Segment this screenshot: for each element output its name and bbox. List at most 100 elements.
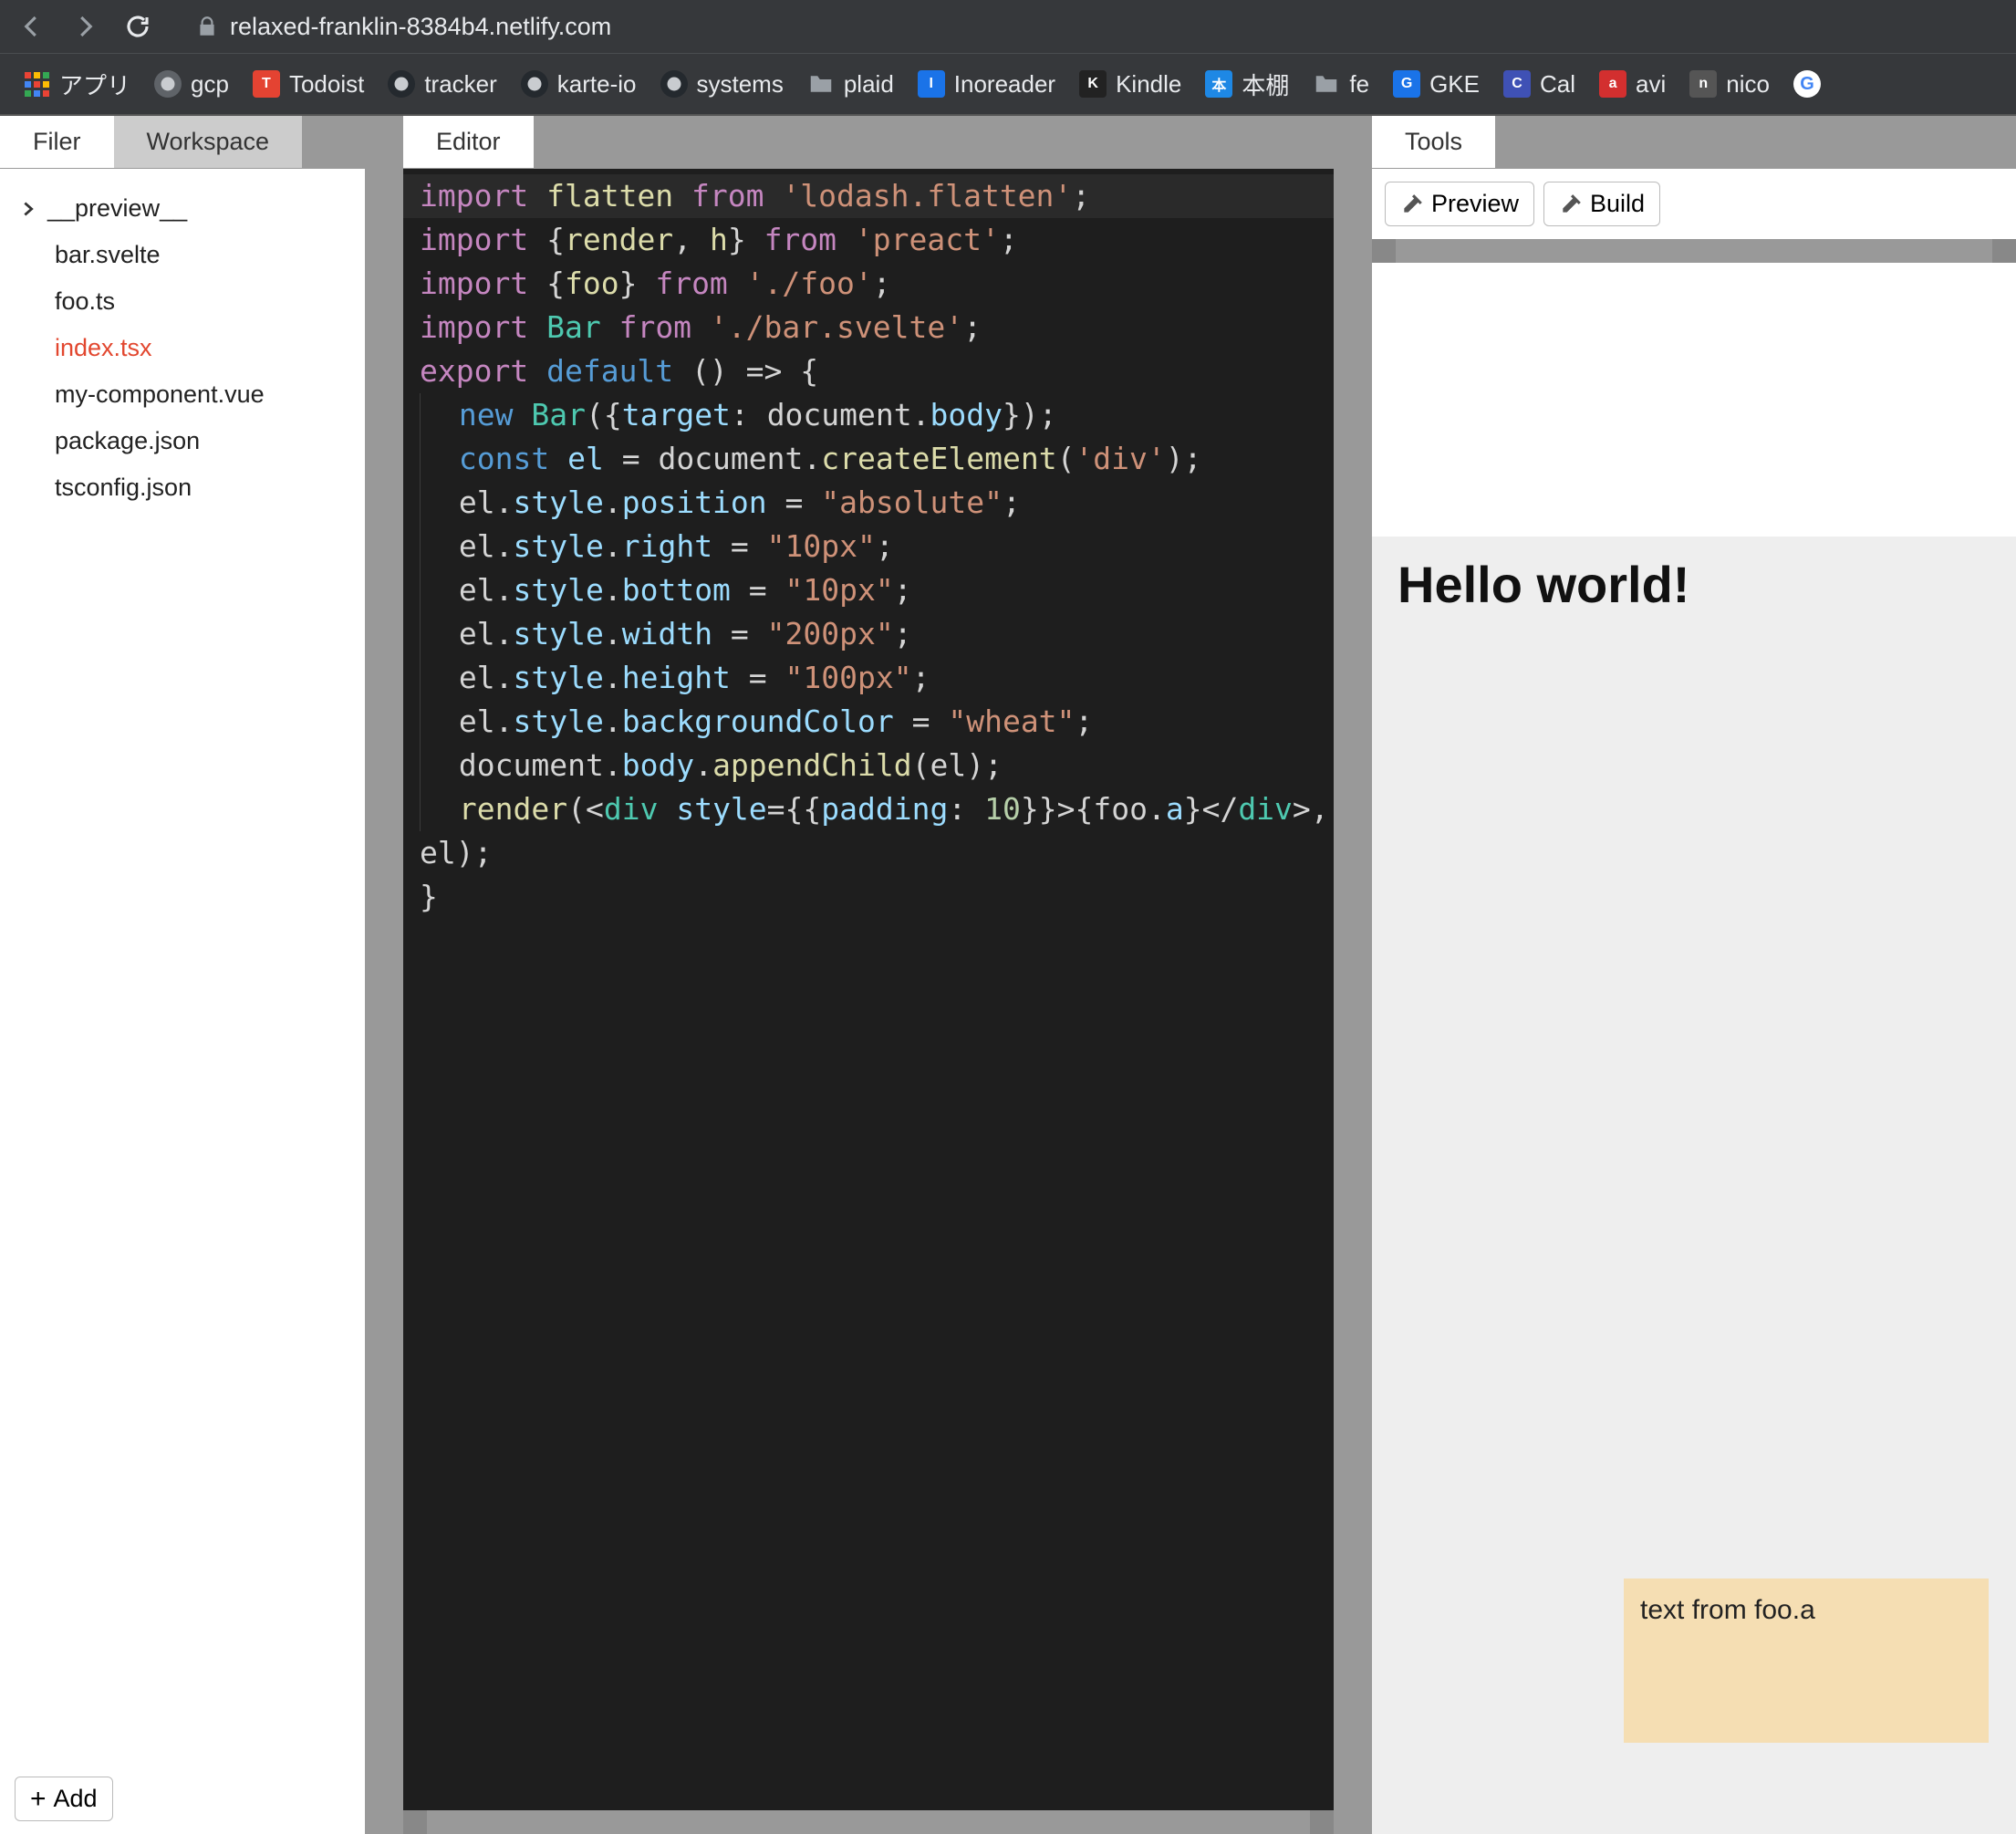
file-index.tsx[interactable]: index.tsx — [0, 325, 365, 371]
bookmark-label: avi — [1636, 70, 1666, 99]
folder-icon — [1313, 70, 1340, 98]
code-line[interactable]: new Bar({target: document.body}); — [403, 393, 1334, 437]
nico-icon: n — [1689, 70, 1717, 98]
file-tsconfig.json[interactable]: tsconfig.json — [0, 464, 365, 511]
lock-icon — [195, 15, 219, 38]
file-package.json[interactable]: package.json — [0, 418, 365, 464]
bookmark-karte-io[interactable]: karte-io — [521, 70, 637, 99]
bookmark-label: Inoreader — [954, 70, 1055, 99]
file-label: foo.ts — [55, 287, 115, 316]
file-__preview__[interactable]: __preview__ — [0, 185, 365, 232]
bookmark-GKE[interactable]: GGKE — [1393, 70, 1480, 99]
code-line[interactable]: el.style.position = "absolute"; — [403, 481, 1334, 525]
scroll-grip-right[interactable] — [1310, 1810, 1334, 1834]
bookmark-plaid[interactable]: plaid — [807, 70, 894, 99]
build-button[interactable]: Build — [1543, 182, 1660, 226]
bookmark-gcp[interactable]: gcp — [154, 70, 229, 99]
tool-buttons: Preview Build — [1372, 169, 2016, 239]
chevron-right-icon — [18, 199, 38, 219]
preview-label: Preview — [1431, 190, 1519, 218]
reload-button[interactable] — [120, 8, 156, 45]
file-my-component.vue[interactable]: my-component.vue — [0, 371, 365, 418]
app: Filer Workspace __preview__ bar.svelte foo… — [0, 114, 2016, 1834]
bookmark-Cal[interactable]: CCal — [1503, 70, 1575, 99]
code-line[interactable]: import flatten from 'lodash.flatten'; — [403, 174, 1334, 218]
code-line[interactable]: el.style.width = "200px"; — [403, 612, 1334, 656]
add-label: Add — [54, 1785, 98, 1813]
bookmarks-bar: アプリ gcp T Todoist tracker karte-io systems plai… — [0, 53, 2016, 114]
tab-filer[interactable]: Filer — [0, 116, 114, 168]
bookmark-label: systems — [697, 70, 784, 99]
preview-viewport[interactable]: Hello world! text from foo.a — [1372, 537, 2016, 1834]
editor-hscroll[interactable] — [403, 1810, 1334, 1834]
file-bar.svelte[interactable]: bar.svelte — [0, 232, 365, 278]
editor-tabbar: Editor — [370, 116, 1367, 169]
tools-panel: Tools Preview Build — [1367, 116, 2016, 1834]
preview-wheat-box: text from foo.a — [1624, 1579, 1989, 1743]
bookmark-label: fe — [1349, 70, 1369, 99]
tab-tools[interactable]: Tools — [1372, 116, 1495, 168]
bookmark-label: Todoist — [289, 70, 364, 99]
code-line[interactable]: el.style.backgroundColor = "wheat"; — [403, 700, 1334, 744]
bookmark-fe[interactable]: fe — [1313, 70, 1369, 99]
code-line[interactable]: document.body.appendChild(el); — [403, 744, 1334, 787]
code-line[interactable]: render(<div style={{padding: 10}}>{foo.a… — [403, 787, 1334, 831]
file-label: bar.svelte — [55, 241, 161, 269]
apps-icon — [23, 70, 50, 98]
code-line[interactable]: const el = document.createElement('div')… — [403, 437, 1334, 481]
url-text: relaxed-franklin-8384b4.netlify.com — [230, 13, 611, 41]
tab-editor[interactable]: Editor — [403, 116, 534, 168]
add-button[interactable]: + Add — [15, 1777, 113, 1821]
bookmark-nico[interactable]: nnico — [1689, 70, 1770, 99]
code-line[interactable]: el.style.right = "10px"; — [403, 525, 1334, 568]
bookmark-Inoreader[interactable]: I Inoreader — [918, 70, 1055, 99]
code-line[interactable]: import Bar from './bar.svelte'; — [403, 306, 1334, 349]
file-label: index.tsx — [55, 334, 152, 362]
nav-row: relaxed-franklin-8384b4.netlify.com — [0, 0, 2016, 53]
code-line[interactable]: el.style.bottom = "10px"; — [403, 568, 1334, 612]
bookmark-Todoist[interactable]: T Todoist — [253, 70, 364, 99]
folder-icon — [807, 70, 835, 98]
code-line[interactable]: el.style.height = "100px"; — [403, 656, 1334, 700]
tools-divider[interactable] — [1372, 239, 2016, 263]
bookmark-本棚[interactable]: 本本棚 — [1205, 68, 1289, 101]
bookmark-label: nico — [1726, 70, 1770, 99]
code-line[interactable]: import {render, h} from 'preact'; — [403, 218, 1334, 262]
tab-workspace[interactable]: Workspace — [114, 116, 303, 168]
kindle-icon: K — [1079, 70, 1107, 98]
bookmark-label: 本棚 — [1242, 68, 1289, 101]
address-bar[interactable]: relaxed-franklin-8384b4.netlify.com — [195, 13, 611, 41]
avi-icon: a — [1599, 70, 1626, 98]
code-line[interactable]: el); — [403, 831, 1334, 875]
todoist-icon: T — [253, 70, 280, 98]
preview-button[interactable]: Preview — [1385, 182, 1534, 226]
code-editor[interactable]: import flatten from 'lodash.flatten';imp… — [403, 169, 1334, 1810]
back-button[interactable] — [14, 8, 50, 45]
preview-box-text: text from foo.a — [1640, 1595, 1815, 1625]
gh-icon — [521, 70, 548, 98]
bookmark-Kindle[interactable]: KKindle — [1079, 70, 1181, 99]
bookmark-label: GKE — [1429, 70, 1480, 99]
bookmark-label: Cal — [1540, 70, 1575, 99]
file-list: __preview__ bar.svelte foo.ts index.tsx my-c… — [0, 169, 365, 1764]
hammer-icon — [1559, 193, 1583, 216]
gh-icon — [660, 70, 688, 98]
g-icon — [154, 70, 182, 98]
bookmark-avi[interactable]: aavi — [1599, 70, 1666, 99]
bookmark-systems[interactable]: systems — [660, 70, 784, 99]
forward-button[interactable] — [67, 8, 103, 45]
bookmark-tracker[interactable]: tracker — [388, 70, 496, 99]
code-line[interactable]: import {foo} from './foo'; — [403, 262, 1334, 306]
bookmark-アプリ[interactable]: アプリ — [23, 68, 130, 101]
bookmark-label: tracker — [424, 70, 496, 99]
file-foo.ts[interactable]: foo.ts — [0, 278, 365, 325]
bookmark-google[interactable]: G — [1793, 70, 1821, 98]
plus-icon: + — [30, 1786, 47, 1813]
editor-panel: Editor import flatten from 'lodash.flatt… — [370, 116, 1367, 1834]
gh-icon — [388, 70, 415, 98]
scroll-grip-left[interactable] — [403, 1810, 427, 1834]
file-label: tsconfig.json — [55, 474, 192, 502]
code-line[interactable]: export default () => { — [403, 349, 1334, 393]
code-line[interactable]: } — [403, 875, 1334, 919]
inoreader-icon: I — [918, 70, 945, 98]
